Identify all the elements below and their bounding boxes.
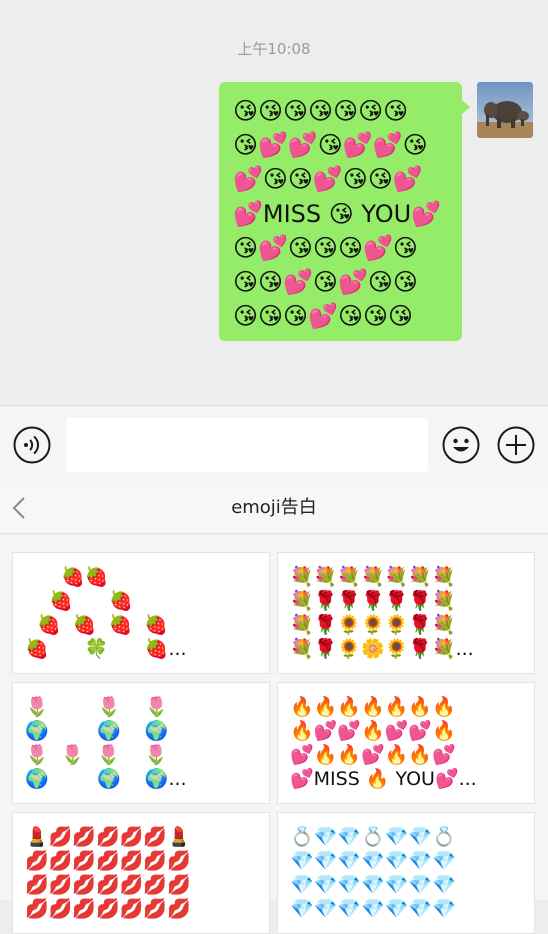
- panel-title: emoji告白: [231, 497, 317, 518]
- card-line: 💕MISS 🔥 YOU💕...: [290, 768, 477, 790]
- card-line: 💎💎💎💎💎💎💎: [290, 874, 456, 896]
- template-card[interactable]: 💍💎💎💍💎💎💍 💎💎💎💎💎💎💎 💎💎💎💎💎💎💎 💎💎💎💎💎💎💎: [277, 812, 535, 934]
- emoji-button[interactable]: [442, 426, 480, 464]
- message-timestamp: 上午10:08: [237, 40, 311, 58]
- chevron-left-icon: [12, 497, 25, 519]
- card-line: 🍓🍓: [25, 566, 109, 588]
- message-line: 💕😘😘💕😘😘💕: [233, 165, 423, 194]
- emoji-icon: [442, 426, 480, 464]
- message-bubble[interactable]: 😘😘😘😘😘😘😘 😘💕💕😘💕💕😘 💕😘😘💕😘😘💕 💕MISS 😘 YOU💕 😘💕😘…: [219, 82, 470, 341]
- template-card[interactable]: 🔥🔥🔥🔥🔥🔥🔥 🔥💕💕🔥💕💕🔥 💕🔥🔥💕🔥🔥💕 💕MISS 🔥 YOU💕...: [277, 682, 535, 804]
- card-line: 💋💋💋💋💋💋💋: [25, 850, 191, 872]
- input-bar: [0, 405, 548, 482]
- card-line: 💄💋💋💋💋💋💄: [25, 826, 191, 848]
- message-line: 😘😘😘😘😘😘😘: [233, 97, 409, 125]
- card-line: 💐💐💐💐💐💐💐: [290, 566, 456, 588]
- card-line: 🌍 🌍 🌍: [25, 720, 169, 742]
- card-line: 💎💎💎💎💎💎💎: [290, 850, 456, 872]
- more-button[interactable]: [497, 426, 535, 464]
- message-line: 😘💕😘😘😘💕😘: [233, 233, 418, 262]
- card-line: 🔥🔥🔥🔥🔥🔥🔥: [290, 696, 456, 718]
- card-line: 💐🌹🌻🌻🌻🌹💐: [290, 614, 456, 636]
- card-line: 🍓 🍓: [25, 590, 133, 612]
- emoji-panel: emoji告白 🍓🍓 🍓 🍓 🍓 🍓 🍓 🍓 🍓 🍀 🍓... 💐💐💐💐💐💐💐 …: [0, 482, 548, 934]
- card-line: 🌷 🌷 🌷 🌷: [25, 744, 168, 766]
- card-line: 💎💎💎💎💎💎💎: [290, 898, 456, 920]
- elephant-avatar-image: [477, 82, 533, 138]
- template-card[interactable]: 🌷 🌷 🌷 🌍 🌍 🌍 🌷 🌷 🌷 🌷 🌍 🌍 🌍...: [12, 682, 270, 804]
- message-line: 😘😘💕😘💕😘😘: [233, 267, 418, 296]
- card-line: 🍓 🍀 🍓...: [25, 638, 187, 660]
- card-line: 💐🌹🌹🌹🌹🌹💐: [290, 590, 456, 612]
- emoji-template-grid: 🍓🍓 🍓 🍓 🍓 🍓 🍓 🍓 🍓 🍀 🍓... 💐💐💐💐💐💐💐 💐🌹🌹🌹🌹🌹💐 …: [0, 534, 548, 934]
- voice-icon: [13, 426, 51, 464]
- template-card[interactable]: 🍓🍓 🍓 🍓 🍓 🍓 🍓 🍓 🍓 🍀 🍓...: [12, 552, 270, 674]
- card-line: 💕🔥🔥💕🔥🔥💕: [290, 744, 456, 766]
- plus-icon: [497, 426, 535, 464]
- message-line: 😘💕💕😘💕💕😘: [233, 131, 428, 160]
- panel-header: emoji告白: [0, 482, 548, 534]
- back-button[interactable]: [10, 496, 32, 520]
- card-line: 💍💎💎💍💎💎💍: [290, 826, 456, 848]
- chat-area: 上午10:08 😘😘😘😘😘😘😘 😘💕💕😘💕💕😘 💕😘😘💕😘😘💕 💕MISS 😘 …: [0, 0, 548, 405]
- template-card[interactable]: 💄💋💋💋💋💋💄 💋💋💋💋💋💋💋 💋💋💋💋💋💋💋 💋💋💋💋💋💋💋: [12, 812, 270, 934]
- voice-button[interactable]: [13, 426, 51, 464]
- card-line: 💋💋💋💋💋💋💋: [25, 898, 191, 920]
- message-line: 💕MISS 😘 YOU💕: [233, 199, 442, 228]
- card-line: 🌍 🌍 🌍...: [25, 768, 187, 790]
- message-input[interactable]: [66, 418, 428, 472]
- message-line: 😘😘😘💕😘😘😘: [233, 302, 413, 331]
- card-line: 💐🌹🌻🌼🌻🌹💐...: [290, 638, 474, 660]
- user-avatar[interactable]: [477, 82, 533, 138]
- card-line: 🍓 🍓 🍓 🍓: [25, 614, 168, 636]
- template-card[interactable]: 💐💐💐💐💐💐💐 💐🌹🌹🌹🌹🌹💐 💐🌹🌻🌻🌻🌹💐 💐🌹🌻🌼🌻🌹💐...: [277, 552, 535, 674]
- card-line: 🌷 🌷 🌷: [25, 696, 169, 718]
- card-line: 💋💋💋💋💋💋💋: [25, 874, 191, 896]
- card-line: 🔥💕💕🔥💕💕🔥: [290, 720, 456, 742]
